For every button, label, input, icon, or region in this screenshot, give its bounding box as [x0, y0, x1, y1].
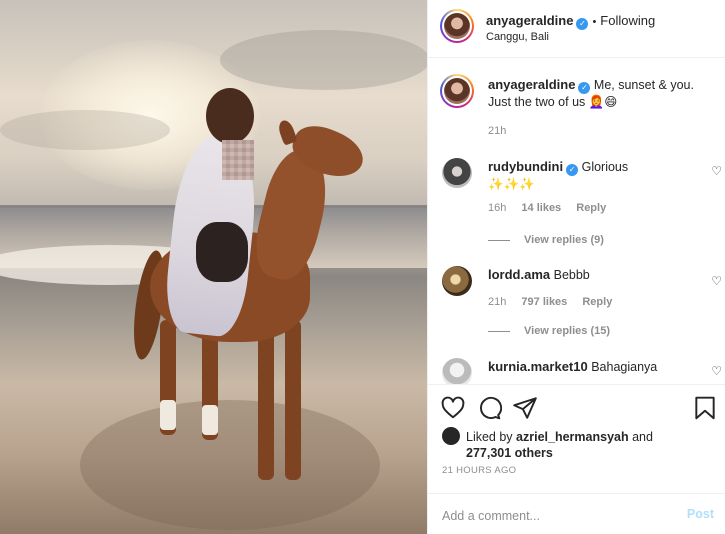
caption-avatar[interactable] — [440, 74, 474, 108]
horse-sock — [202, 405, 218, 435]
reply-button[interactable]: Reply — [582, 296, 612, 308]
view-replies-label: View replies (15) — [524, 325, 611, 337]
post-location[interactable]: Canggu, Bali — [486, 31, 549, 43]
comment-likes[interactable]: 14 likes — [521, 202, 561, 214]
comment-input[interactable] — [442, 506, 672, 526]
separator-dot: • — [592, 16, 597, 28]
comment-like-heart-icon[interactable]: ♡ — [711, 164, 722, 178]
horse-ear — [276, 118, 298, 146]
comment-avatar[interactable] — [442, 358, 472, 384]
post-comment-button[interactable]: Post — [687, 507, 714, 521]
caption-username[interactable]: anyageraldine — [488, 77, 575, 92]
liked-by-text: Liked by azriel_hermansyah and 277,301 o… — [442, 427, 712, 461]
rider-hair — [206, 88, 254, 144]
saddle — [196, 222, 248, 282]
censor-blur — [222, 140, 254, 180]
following-button[interactable]: Following — [600, 13, 655, 28]
verified-badge-icon: ✓ — [566, 164, 579, 176]
comment-username[interactable]: rudybundini — [488, 159, 563, 174]
liked-by-others[interactable]: 277,301 others — [442, 445, 712, 461]
heart-icon[interactable] — [440, 395, 466, 421]
post-side-panel: anyageraldine ✓ • Following Canggu, Bali an… — [427, 0, 725, 534]
bookmark-icon[interactable] — [692, 395, 718, 421]
comment-like-heart-icon[interactable]: ♡ — [711, 274, 722, 288]
post-timestamp[interactable]: 21 HOURS AGO — [442, 465, 516, 476]
add-comment-bar: Post — [428, 493, 725, 534]
post-header: anyageraldine ✓ • Following Canggu, Bali — [428, 0, 725, 58]
view-replies-label: View replies (9) — [524, 234, 604, 246]
view-replies-button[interactable]: View replies (9) — [488, 234, 604, 246]
comment-like-heart-icon[interactable]: ♡ — [711, 364, 722, 378]
comment-text: Bahagianya — [591, 360, 658, 374]
verified-badge-icon: ✓ — [576, 18, 589, 30]
comment-likes[interactable]: 797 likes — [521, 296, 567, 308]
liker-username[interactable]: azriel_hermansyah — [516, 430, 629, 444]
comment-time[interactable]: 21h — [488, 296, 506, 308]
comment-avatar[interactable] — [442, 158, 472, 188]
verified-badge-icon: ✓ — [578, 82, 591, 94]
post-actions: Liked by azriel_hermansyah and 277,301 o… — [428, 384, 725, 534]
author-avatar[interactable] — [440, 9, 474, 43]
replies-line — [488, 239, 510, 241]
cloud — [220, 30, 427, 90]
comment-emoji-line: ✨✨✨ — [488, 177, 535, 191]
comment-time[interactable]: 16h — [488, 202, 506, 214]
wet-sand — [80, 400, 380, 530]
liker-avatar[interactable] — [442, 427, 460, 445]
replies-line — [488, 330, 510, 332]
comment-text: Glorious — [581, 160, 629, 174]
share-icon[interactable] — [512, 395, 538, 421]
view-replies-button[interactable]: View replies (15) — [488, 325, 610, 337]
caption-time[interactable]: 21h — [488, 125, 506, 137]
post-photo[interactable] — [0, 0, 427, 534]
horse-leg — [285, 320, 301, 480]
reply-button[interactable]: Reply — [576, 202, 606, 214]
comments-list[interactable]: anyageraldine ✓ Me, sunset & you. Just th… — [428, 58, 725, 384]
liked-by-prefix: Liked by — [466, 430, 513, 444]
liked-by-and: and — [632, 430, 653, 444]
comment-avatar[interactable] — [442, 266, 472, 296]
comment-username[interactable]: kurnia.market10 — [488, 359, 588, 374]
comment-text: Bebbb — [553, 268, 590, 282]
horse-sock — [160, 400, 176, 430]
cloud — [0, 110, 170, 150]
horse-leg — [258, 330, 274, 480]
comment-icon[interactable] — [476, 395, 502, 421]
author-username[interactable]: anyageraldine — [486, 13, 573, 28]
comment-username[interactable]: lordd.ama — [488, 267, 550, 282]
